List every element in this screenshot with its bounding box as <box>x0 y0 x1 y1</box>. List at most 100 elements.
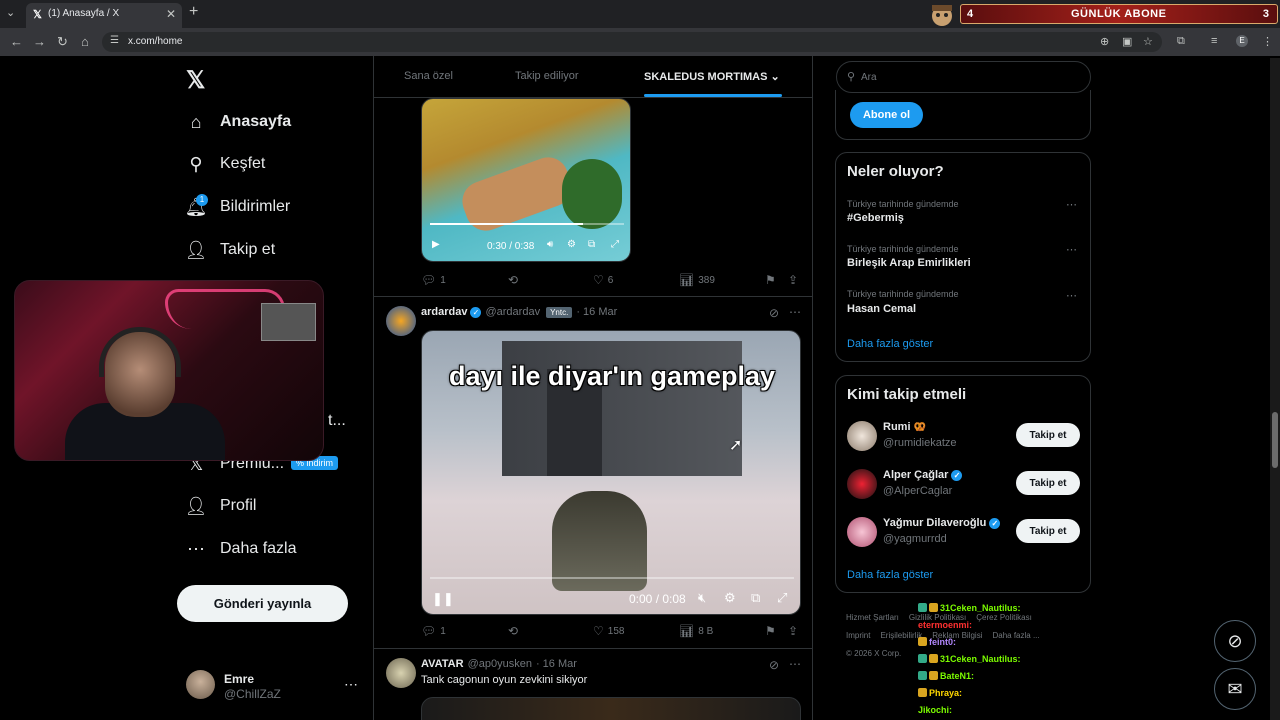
more-icon[interactable]: ⋯ <box>1066 289 1077 302</box>
show-more-link[interactable]: Daha fazla göster <box>847 569 933 581</box>
avatar[interactable] <box>847 517 877 547</box>
nav-follow[interactable]: 👤︎ Takip et <box>185 235 276 265</box>
extensions-icon[interactable]: ⧉ <box>1177 35 1185 48</box>
cast-icon[interactable]: ▣ <box>1122 35 1132 48</box>
tab-search-chevron-icon[interactable]: ⌄ <box>6 6 15 19</box>
site-info-icon[interactable]: ☰ <box>110 35 119 46</box>
video-progress-track[interactable] <box>430 577 794 579</box>
grok-icon[interactable]: ⊘ <box>769 306 779 320</box>
bits-badge-icon <box>929 671 938 680</box>
avatar[interactable] <box>386 306 416 336</box>
more-icon[interactable]: ⋯ <box>1066 198 1077 211</box>
search-input[interactable]: ⚲ Ara <box>836 61 1091 93</box>
views-button[interactable]: 📊︎ 389 <box>679 273 715 287</box>
sub-badge-icon <box>918 671 927 680</box>
avatar[interactable] <box>847 469 877 499</box>
post-date[interactable]: · 16 Mar <box>576 306 617 318</box>
scrollbar-thumb[interactable] <box>1272 412 1278 468</box>
footer-link[interactable]: Hizmet Şartları <box>846 613 899 622</box>
media-control-icon[interactable]: ≡ <box>1211 35 1217 47</box>
reply-button[interactable]: 💬︎ 1 <box>421 273 446 287</box>
trend-item[interactable]: Birleşik Arap Emirlikleri <box>847 257 971 269</box>
fullscreen-icon[interactable]: ⤢ <box>611 239 619 250</box>
reload-icon[interactable]: ↻ <box>57 34 68 50</box>
tab-community[interactable]: SKALEDUS MORTIMAS ⌄ <box>644 70 780 83</box>
account-switcher[interactable]: Emre @ChillZaZ ⋯ <box>186 670 361 702</box>
follow-button[interactable]: Takip et <box>1016 519 1080 543</box>
share-icon: ⇪ <box>788 624 799 638</box>
messages-button[interactable]: ✉ <box>1214 668 1256 710</box>
post-divider <box>374 648 812 649</box>
more-icon[interactable]: ⋯ <box>789 305 801 319</box>
repost-button[interactable]: ⟲ <box>508 273 522 287</box>
author-handle[interactable]: @ardardav <box>485 306 540 318</box>
bookmark-button[interactable]: ⚑ <box>765 624 780 638</box>
pip-icon[interactable]: ⧉ <box>751 590 760 606</box>
like-button[interactable]: ♡ 6 <box>593 273 613 287</box>
settings-icon[interactable]: ⚙ <box>567 239 576 250</box>
avatar[interactable] <box>386 658 416 688</box>
forward-icon[interactable]: → <box>33 34 46 49</box>
mute-icon[interactable]: 🔇︎ <box>698 590 706 606</box>
more-icon[interactable]: ⋯ <box>1066 243 1077 256</box>
suggested-user-name[interactable]: Yağmur Dilaveroğlu ✓ <box>883 517 1001 529</box>
follow-button[interactable]: Takip et <box>1016 471 1080 495</box>
nav-lists[interactable]: t... <box>328 406 346 436</box>
browser-tab[interactable]: 𝕏 (1) Anasayfa / X ✕ <box>26 3 182 28</box>
bookmark-star-icon[interactable]: ☆ <box>1143 35 1153 48</box>
pause-icon[interactable]: ❚❚ <box>432 591 454 607</box>
avatar[interactable] <box>847 421 877 451</box>
home-browser-icon[interactable]: ⌂ <box>81 34 89 49</box>
nav-explore[interactable]: ⚲ Keşfet <box>186 149 265 179</box>
share-button[interactable]: ⇪ <box>788 624 802 638</box>
suggested-user-name[interactable]: Rumi 🥨 <box>883 421 926 433</box>
follow-button[interactable]: Takip et <box>1016 423 1080 447</box>
more-icon[interactable]: ⋯ <box>789 657 801 671</box>
footer-link[interactable]: Imprint <box>846 631 870 640</box>
bookmark-icon: ⚑ <box>765 273 776 287</box>
show-more-link[interactable]: Daha fazla göster <box>847 338 933 350</box>
heart-icon: ♡ <box>593 273 604 287</box>
settings-icon[interactable]: ⚙ <box>724 590 736 606</box>
author-handle[interactable]: @ap0yusken <box>468 658 532 670</box>
author-name[interactable]: ardardav <box>421 306 467 318</box>
address-bar[interactable]: ☰ x.com/home <box>102 32 1162 52</box>
grok-icon[interactable]: ⊘ <box>769 658 779 672</box>
volume-icon[interactable]: 🔊︎ <box>547 239 553 250</box>
post3-media[interactable] <box>421 697 801 720</box>
subscribe-button[interactable]: Abone ol <box>850 102 923 128</box>
profile-avatar[interactable]: E <box>1236 35 1248 47</box>
grok-button[interactable]: ⊘ <box>1214 620 1256 662</box>
trend-item[interactable]: #Gebermiş <box>847 212 904 224</box>
zoom-icon[interactable]: ⊕ <box>1100 35 1109 48</box>
trend-item[interactable]: Hasan Cemal <box>847 303 916 315</box>
post-button[interactable]: Gönderi yayınla <box>177 585 348 622</box>
more-icon[interactable]: ⋯ <box>344 676 358 693</box>
pip-icon[interactable]: ⧉ <box>588 239 595 250</box>
views-button[interactable]: 📊︎ 8 B <box>679 624 713 638</box>
footer-link[interactable]: Erişilebilirlik <box>880 631 922 640</box>
post-date[interactable]: · 16 Mar <box>536 658 577 670</box>
tab-for-you[interactable]: Sana özel <box>404 70 453 82</box>
author-name[interactable]: AVATAR <box>421 658 464 670</box>
nav-home[interactable]: ⌂ Anasayfa <box>186 107 292 137</box>
repost-button[interactable]: ⟲ <box>508 624 522 638</box>
back-icon[interactable]: ← <box>10 34 23 49</box>
fullscreen-icon[interactable]: ⤢ <box>777 590 787 606</box>
nav-more[interactable]: ⋯ Daha fazla <box>186 534 297 564</box>
x-logo-icon[interactable]: 𝕏 <box>186 66 205 95</box>
play-icon[interactable]: ▶ <box>432 239 440 250</box>
new-tab-icon[interactable]: + <box>189 3 198 21</box>
share-button[interactable]: ⇪ <box>788 273 802 287</box>
scrollbar-track[interactable] <box>1270 58 1280 720</box>
browser-menu-icon[interactable]: ⋮ <box>1262 35 1273 48</box>
like-button[interactable]: ♡ 158 <box>593 624 624 638</box>
tab-close-icon[interactable]: ✕ <box>166 7 176 21</box>
suggested-user-name[interactable]: Alper Çağlar ✓ <box>883 469 963 481</box>
post2-video[interactable]: dayı ile diyar'ın gameplay ❚❚ 0:00 / 0:0… <box>421 330 801 615</box>
reply-button[interactable]: 💬︎ 1 <box>421 624 446 638</box>
post1-video[interactable]: ▶ 0:30 / 0:38 🔊︎ ⚙ ⧉ ⤢ <box>421 98 631 262</box>
nav-profile[interactable]: 👤︎ Profil <box>185 491 257 521</box>
tab-following[interactable]: Takip ediliyor <box>515 70 579 82</box>
bookmark-button[interactable]: ⚑ <box>765 273 780 287</box>
